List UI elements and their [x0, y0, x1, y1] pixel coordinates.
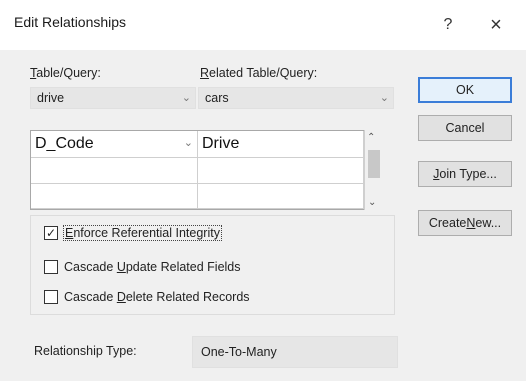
grid-cell-right[interactable]: Drive	[198, 131, 364, 158]
join-type-button[interactable]: Join Type...	[418, 161, 512, 187]
checkbox[interactable]: ✓	[44, 226, 58, 240]
close-button[interactable]: ×	[476, 10, 516, 40]
checkbox[interactable]	[44, 290, 58, 304]
chevron-down-icon: ⌄	[379, 92, 389, 104]
ok-button[interactable]: OK	[418, 77, 512, 103]
table-query-combo[interactable]: drive ⌄	[30, 87, 196, 109]
close-icon: ×	[490, 13, 502, 36]
chevron-down-icon[interactable]: ⌄	[184, 136, 193, 149]
cascade-delete-checkbox[interactable]: Cascade Delete Related Records	[44, 290, 250, 304]
enforce-integrity-checkbox[interactable]: ✓ Enforce Referential Integrity	[44, 225, 222, 241]
chevron-up-icon[interactable]: ⌃	[367, 132, 375, 143]
grid-scrollbar[interactable]: ⌃ ⌄	[364, 130, 382, 210]
enforce-integrity-label: Enforce Referential Integrity	[63, 225, 222, 241]
chevron-down-icon[interactable]: ⌄	[368, 197, 376, 208]
relationship-type-label: Relationship Type:	[34, 344, 137, 358]
help-icon: ?	[443, 16, 453, 33]
dialog-title: Edit Relationships	[14, 14, 127, 30]
chevron-down-icon: ⌄	[181, 92, 191, 104]
table-query-label: Table/Query:	[30, 66, 101, 80]
relationship-type-value: One-To-Many	[192, 336, 398, 368]
scrollbar-thumb[interactable]	[368, 150, 380, 178]
check-icon: ✓	[45, 226, 57, 240]
grid-cell-right[interactable]	[198, 184, 364, 209]
grid-cell-left[interactable]	[31, 158, 198, 184]
cancel-button[interactable]: Cancel	[418, 115, 512, 141]
grid-cell-right[interactable]	[198, 158, 364, 184]
help-button[interactable]: ?	[430, 10, 466, 40]
related-table-query-label: Related Table/Query:	[200, 66, 318, 80]
create-new-button[interactable]: Create New...	[418, 210, 512, 236]
grid-cell-left[interactable]	[31, 184, 198, 209]
grid-cell-left[interactable]: D_Code ⌄	[31, 131, 198, 158]
cascade-update-checkbox[interactable]: Cascade Update Related Fields	[44, 260, 241, 274]
checkbox[interactable]	[44, 260, 58, 274]
related-table-query-combo[interactable]: cars ⌄	[198, 87, 394, 109]
cascade-update-label: Cascade Update Related Fields	[64, 260, 241, 274]
cascade-delete-label: Cascade Delete Related Records	[64, 290, 250, 304]
